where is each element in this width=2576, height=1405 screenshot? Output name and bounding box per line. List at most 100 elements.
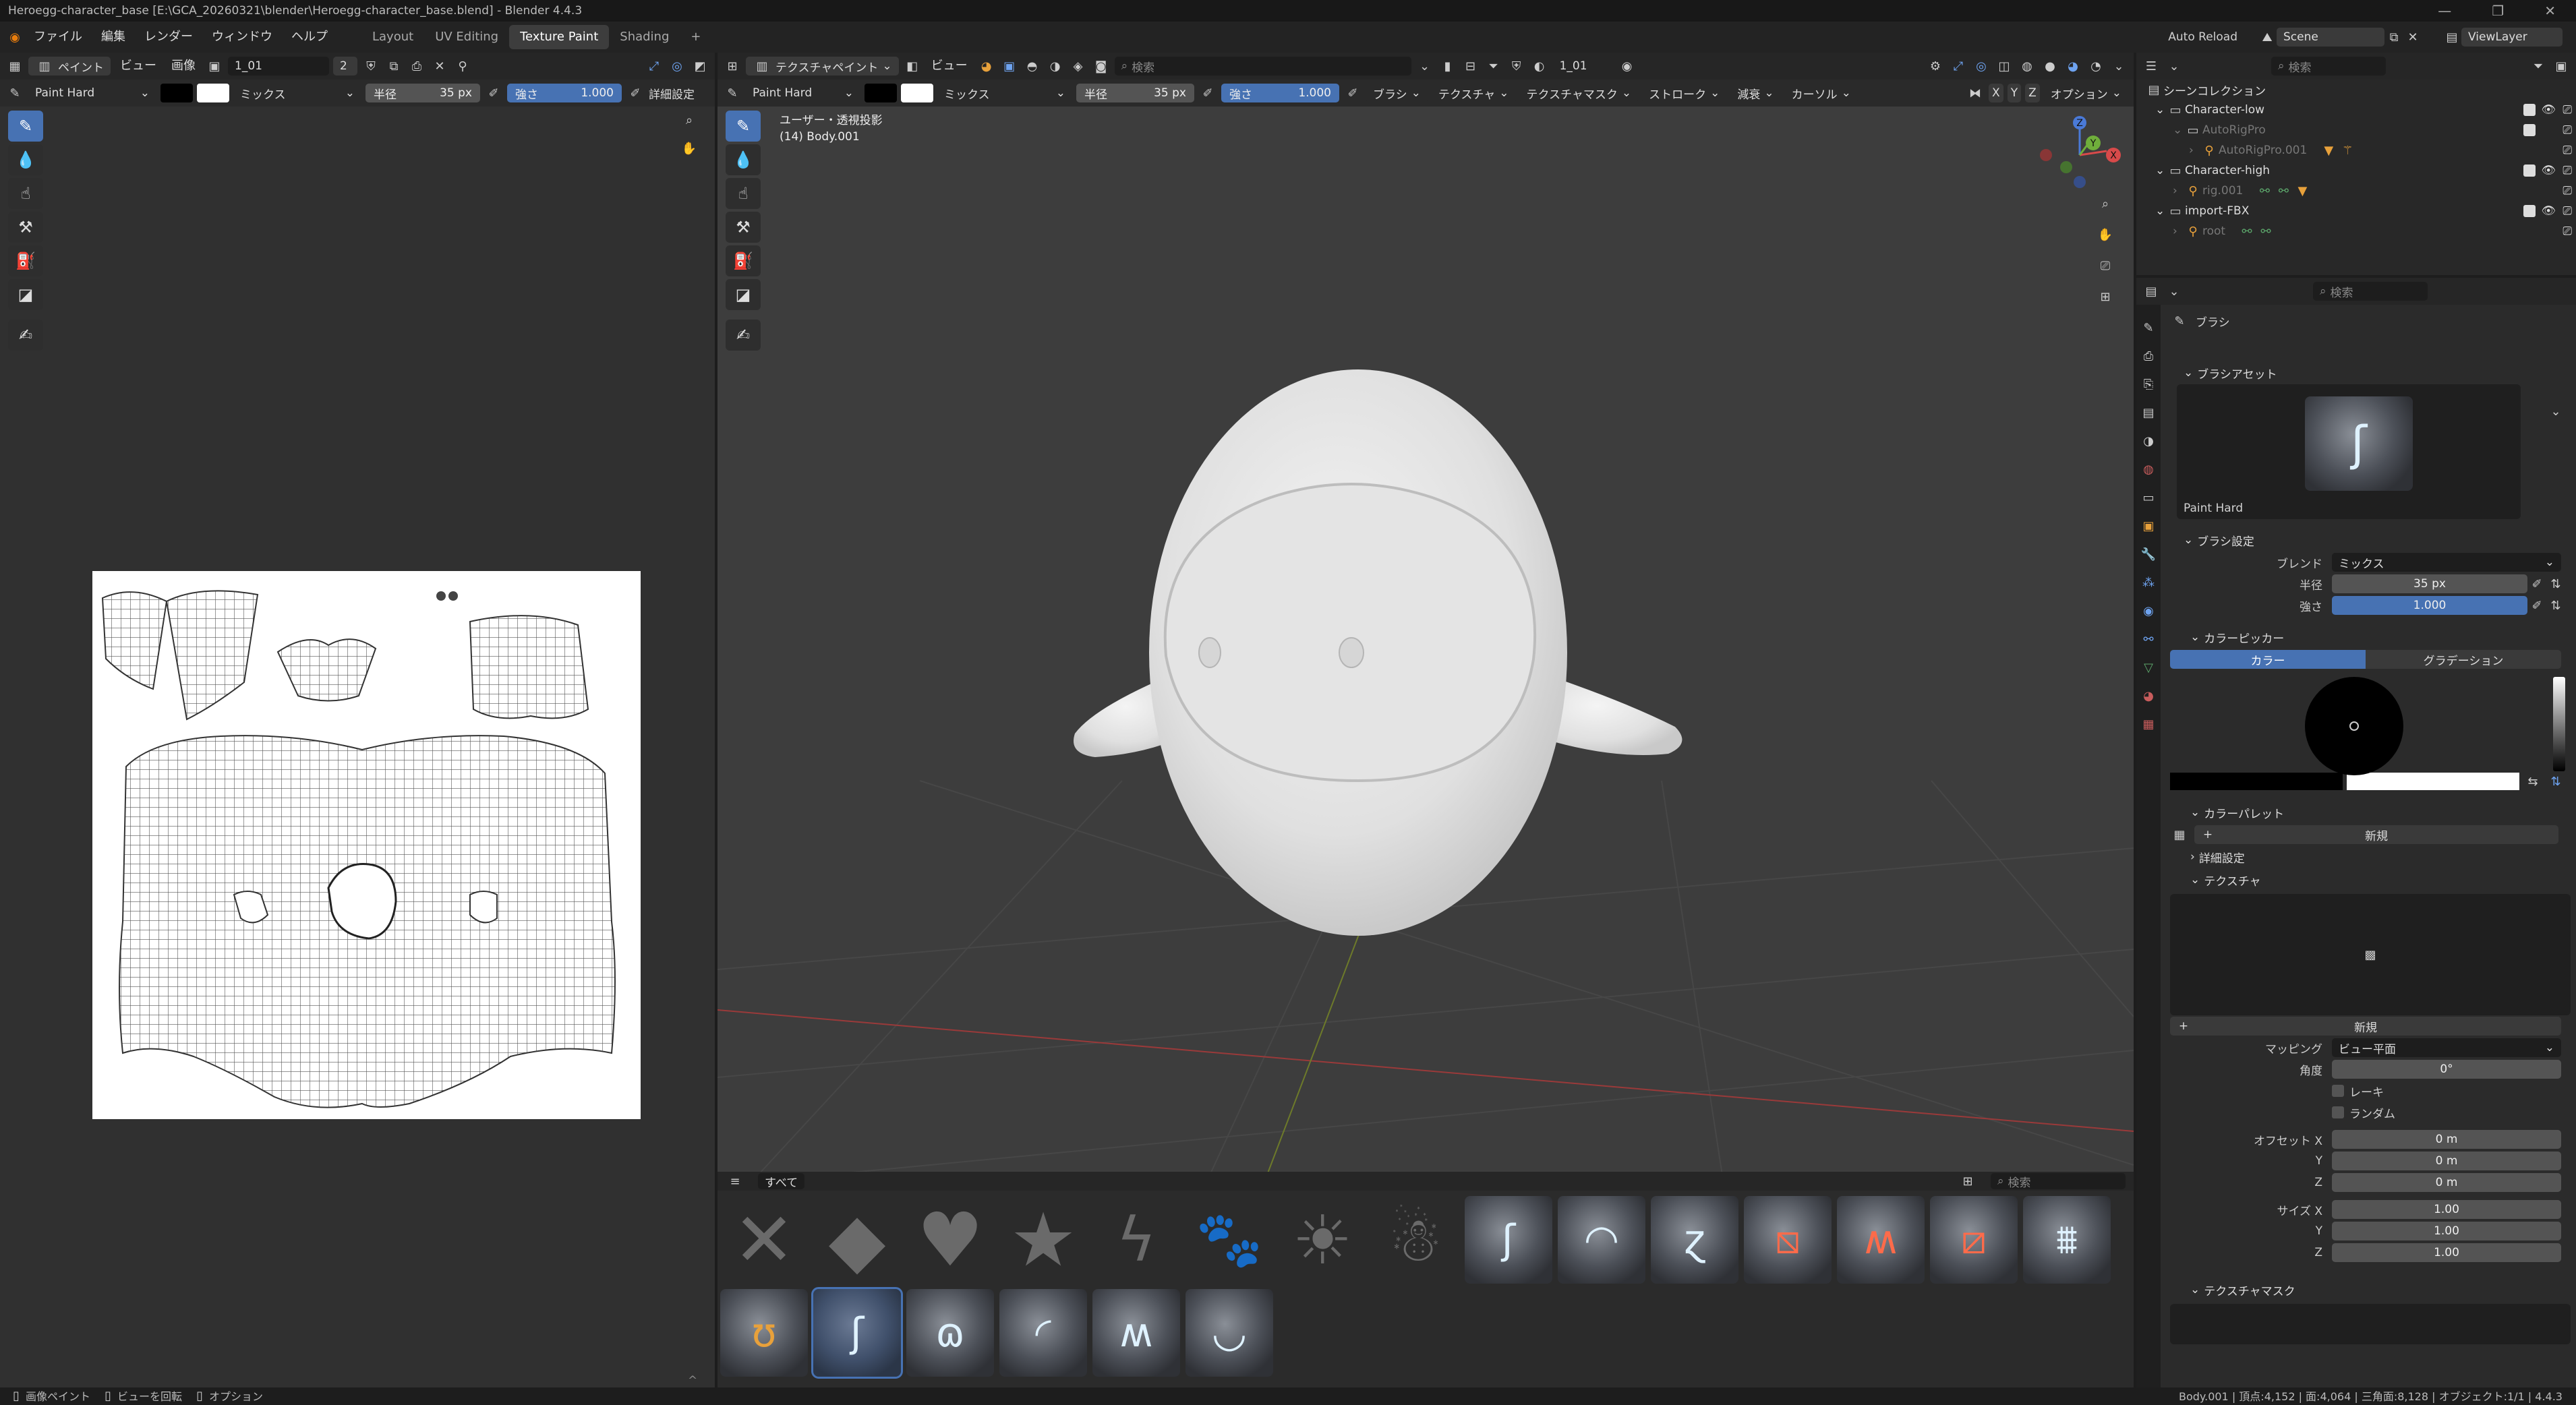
- editor-type-icon[interactable]: ⊞: [723, 57, 742, 76]
- brush-paint-soft-pressure-icon[interactable]: ◜: [999, 1289, 1087, 1377]
- include-checkbox[interactable]: [2523, 165, 2536, 177]
- clone-tool-icon[interactable]: ⚒: [726, 212, 761, 243]
- brush-selector[interactable]: Paint Hard ⌄: [746, 84, 860, 102]
- viewport-search-field[interactable]: ⌕ 検索: [1114, 57, 1411, 76]
- menu-edit[interactable]: 編集: [92, 22, 135, 53]
- smear-tool-icon[interactable]: ☝: [8, 178, 43, 209]
- shape-star-brush-icon[interactable]: ★: [999, 1196, 1087, 1284]
- soften-tool-icon[interactable]: 💧: [8, 144, 43, 175]
- asset-search-field[interactable]: ⌕ 検索: [1991, 1173, 2126, 1190]
- object-tab-icon[interactable]: ▣: [2139, 516, 2158, 535]
- lock-z-toggle[interactable]: Z: [2025, 84, 2040, 102]
- brush-blur-icon[interactable]: ◠: [1558, 1196, 1645, 1284]
- tab-layout[interactable]: Layout: [361, 25, 424, 49]
- display-mode-icon[interactable]: ⌄: [2165, 57, 2184, 76]
- material-tab-icon[interactable]: ◕: [2139, 686, 2158, 705]
- offset-y-field[interactable]: 0 m: [2332, 1152, 2561, 1170]
- include-checkbox[interactable]: [2523, 124, 2536, 136]
- auto-reload-label[interactable]: Auto Reload: [2168, 30, 2237, 44]
- outliner-item[interactable]: › ⚲ AutoRigPro.001 ▼ ⚚ ⎚: [2144, 140, 2576, 160]
- face-select-icon[interactable]: ▣: [1000, 57, 1019, 76]
- shading-render-icon[interactable]: ◔: [2086, 57, 2105, 76]
- modifier-tab-icon[interactable]: 🔧: [2139, 545, 2158, 564]
- brush-selector[interactable]: Paint Hard ⌄: [28, 84, 156, 102]
- menu-view[interactable]: ビュー: [926, 53, 973, 80]
- open-image-icon[interactable]: ⎙: [407, 57, 426, 76]
- world-tab-icon[interactable]: ◍: [2139, 460, 2158, 479]
- unlink-image-icon[interactable]: ✕: [430, 57, 449, 76]
- brush-asset-preview[interactable]: ʃ Paint Hard: [2177, 384, 2521, 519]
- viewport-canvas[interactable]: [718, 107, 2134, 1219]
- strength-field[interactable]: 強さ 1.000: [1221, 84, 1339, 102]
- size-z-field[interactable]: 1.00: [2332, 1243, 2561, 1262]
- shield-icon[interactable]: ⛨: [1507, 57, 1526, 76]
- physics-tab-icon[interactable]: ◉: [2139, 601, 2158, 620]
- brush-erase-hard-icon[interactable]: ⧅: [1744, 1196, 1832, 1284]
- brush-texture-icon[interactable]: ʍ: [1092, 1289, 1180, 1377]
- radius-field[interactable]: 半径 35 px: [1076, 84, 1194, 102]
- new-image-icon[interactable]: ⧉: [384, 57, 403, 76]
- palette-new-button[interactable]: + 新規: [2194, 825, 2558, 844]
- render-camera-icon[interactable]: ⎚: [2563, 184, 2572, 198]
- include-checkbox[interactable]: [2523, 104, 2536, 116]
- brush-asset-panel-header[interactable]: ⌄ ブラシアセット: [2170, 361, 2571, 384]
- minimize-button[interactable]: —: [2438, 3, 2451, 19]
- secondary-color-swatch[interactable]: [197, 84, 229, 102]
- render-camera-icon[interactable]: ⎚: [2563, 225, 2572, 238]
- menu-brush[interactable]: ブラシ ⌄: [1366, 84, 1428, 102]
- resize-handle-icon[interactable]: ^: [688, 1374, 697, 1387]
- outliner-item[interactable]: › ⚲ rig.001 ⚯ ⚯ ▼ ⎚: [2144, 181, 2576, 201]
- primary-color-swatch[interactable]: [160, 84, 193, 102]
- menu-window[interactable]: ウィンドウ: [202, 22, 282, 53]
- shape-lightning-brush-icon[interactable]: ϟ: [1092, 1196, 1180, 1284]
- fill-tool-icon[interactable]: ⛽: [726, 245, 761, 276]
- mask-tool-icon[interactable]: ◪: [8, 279, 43, 310]
- strength-pressure-icon[interactable]: ✐: [2527, 596, 2546, 615]
- size-x-field[interactable]: 1.00: [2332, 1200, 2561, 1219]
- blender-logo-icon[interactable]: ◉: [5, 28, 24, 47]
- output-tab-icon[interactable]: ⎘: [2139, 375, 2158, 394]
- menu-texture-mask[interactable]: テクスチャマスク ⌄: [1519, 84, 1639, 102]
- view-select-icon[interactable]: ⊟: [1461, 57, 1480, 76]
- tool-tab-icon[interactable]: ✎: [2139, 318, 2158, 337]
- brush-paint-soft-icon[interactable]: ɷ: [906, 1289, 994, 1377]
- vertex-color-icon[interactable]: ◕: [977, 57, 996, 76]
- overlay-toggle-icon[interactable]: ◎: [1972, 57, 1991, 76]
- outliner-item[interactable]: ⌄ ▭ import-FBX 👁 ⎚: [2144, 201, 2576, 221]
- add-workspace-button[interactable]: +: [680, 25, 711, 49]
- menu-view[interactable]: ビュー: [115, 53, 162, 80]
- image-name-field[interactable]: 1_01: [228, 57, 329, 76]
- brush-erase-soft-icon[interactable]: ʍ: [1837, 1196, 1925, 1284]
- data-tab-icon[interactable]: ▽: [2139, 658, 2158, 677]
- properties-search-field[interactable]: ⌕ 検索: [2313, 282, 2428, 301]
- pin-icon[interactable]: ⚲: [453, 57, 472, 76]
- mode-selector[interactable]: ▥ テクスチャペイント ⌄: [746, 57, 899, 76]
- editor-type-icon[interactable]: ▦: [5, 57, 24, 76]
- angle-field[interactable]: 0°: [2332, 1060, 2561, 1079]
- tab-texture-paint[interactable]: Texture Paint: [509, 25, 610, 49]
- maximize-button[interactable]: ❐: [2492, 3, 2504, 19]
- tab-gradient[interactable]: グラデーション: [2366, 650, 2561, 669]
- texture-mask-preview[interactable]: [2170, 1304, 2571, 1344]
- image-slot-field[interactable]: 1_01: [1552, 57, 1614, 76]
- shape-heart-brush-icon[interactable]: ♥: [906, 1196, 994, 1284]
- texture-panel-header[interactable]: ⌄ テクスチャ: [2170, 868, 2571, 891]
- radius-pressure-icon[interactable]: ✐: [1198, 84, 1217, 102]
- xray-icon[interactable]: ◫: [1995, 57, 2014, 76]
- blend-mode-selector[interactable]: ミックス ⌄: [937, 84, 1072, 102]
- soften-tool-icon[interactable]: 💧: [726, 144, 761, 175]
- close-window-button[interactable]: ✕: [2544, 3, 2556, 19]
- image-browse-icon[interactable]: ▣: [205, 57, 224, 76]
- value-slider[interactable]: [2553, 677, 2565, 771]
- secondary-color-field[interactable]: [2347, 773, 2519, 790]
- render-camera-icon[interactable]: ⎚: [2563, 123, 2572, 137]
- texture-new-button[interactable]: + 新規: [2170, 1017, 2561, 1036]
- scene-selector[interactable]: Scene: [2277, 28, 2384, 47]
- draw-tool-icon[interactable]: ✎: [8, 111, 43, 142]
- shading-material-icon[interactable]: ◕: [2063, 57, 2082, 76]
- advanced-panel-header[interactable]: › 詳細設定: [2170, 845, 2571, 868]
- menu-file[interactable]: ファイル: [24, 22, 92, 53]
- mode-selector[interactable]: ▥ ペイント: [28, 57, 111, 76]
- menu-image[interactable]: 画像: [166, 53, 201, 80]
- strength-pressure-icon[interactable]: ✐: [626, 84, 645, 102]
